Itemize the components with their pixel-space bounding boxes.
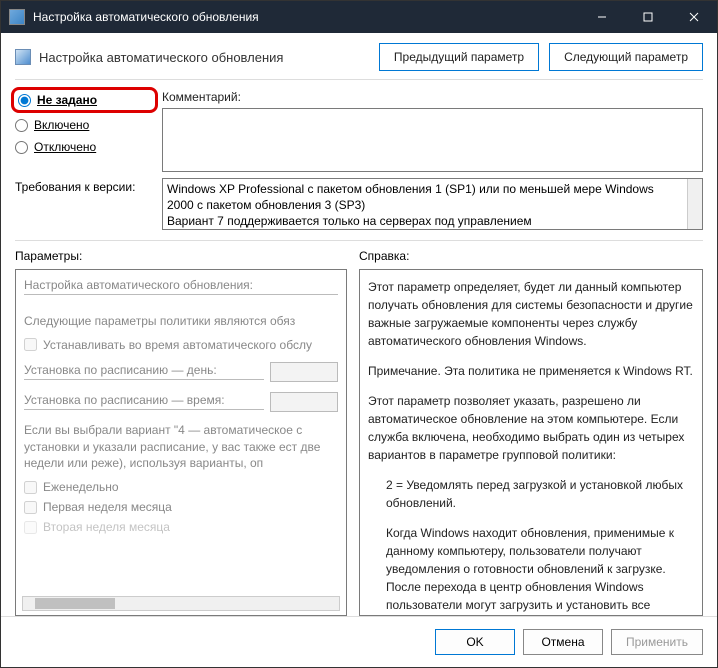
comment-textarea[interactable] [162,108,703,172]
help-panel[interactable]: Этот параметр определяет, будет ли данны… [359,269,703,616]
policy-icon [15,49,31,65]
chk-input [24,481,37,494]
radio-enabled[interactable]: Включено [15,118,150,132]
chk-label: Устанавливать во время автоматического о… [43,338,312,352]
minimize-button[interactable] [579,1,625,33]
help-label: Справка: [359,249,703,263]
radio-enabled-label: Включено [34,118,89,132]
radio-not-configured-input[interactable] [18,94,31,107]
field-label: Установка по расписанию — время: [24,393,264,410]
params-h-scrollbar[interactable] [22,596,340,611]
comment-label: Комментарий: [162,88,703,104]
param-note: Если вы выбрали вариант "4 — автоматичес… [24,422,338,472]
header: Настройка автоматического обновления Пре… [1,33,717,79]
help-text: Этот параметр определяет, будет ли данны… [368,278,694,616]
params-label: Параметры: [15,249,347,263]
footer: OK Отмена Применить [1,616,717,667]
window-title: Настройка автоматического обновления [33,10,579,24]
app-icon [9,9,25,25]
help-p4: 2 = Уведомлять перед загрузкой и установ… [386,476,694,512]
param-chk-week1[interactable]: Первая неделя месяца [24,500,338,514]
radio-not-configured-label: Не задано [37,93,97,107]
radio-enabled-input[interactable] [15,119,28,132]
maximize-button[interactable] [625,1,671,33]
param-schedule-time[interactable]: Установка по расписанию — время: [24,392,338,412]
help-p5: Когда Windows находит обновления, примен… [386,524,694,616]
params-panel: Настройка автоматического обновления: Сл… [15,269,347,616]
radio-disabled-input[interactable] [15,141,28,154]
chk-input [24,338,37,351]
requirements-box[interactable]: Windows XP Professional с пакетом обновл… [162,178,703,230]
param-chk-week2[interactable]: Вторая неделя месяца [24,520,338,534]
requirements-label: Требования к версии: [15,178,150,230]
param-chk-auto-maintenance[interactable]: Устанавливать во время автоматического о… [24,338,338,352]
radio-disabled-label: Отключено [34,140,96,154]
field-value[interactable] [270,362,338,382]
chk-label: Первая неделя месяца [43,500,172,514]
param-title: Настройка автоматического обновления: [24,278,338,295]
ok-button[interactable]: OK [435,629,515,655]
chk-input [24,501,37,514]
titlebar[interactable]: Настройка автоматического обновления [1,1,717,33]
radio-disabled[interactable]: Отключено [15,140,150,154]
previous-setting-button[interactable]: Предыдущий параметр [379,43,539,71]
field-value[interactable] [270,392,338,412]
scrollbar-thumb[interactable] [35,598,115,609]
help-p3: Этот параметр позволяет указать, разреше… [368,392,694,464]
chk-input [24,521,37,534]
requirements-text: Windows XP Professional с пакетом обновл… [167,181,698,230]
radio-not-configured[interactable]: Не задано [11,87,158,113]
chk-label: Вторая неделя месяца [43,520,170,534]
state-radios: Не задано Включено Отключено [15,88,150,172]
param-schedule-day[interactable]: Установка по расписанию — день: [24,362,338,382]
next-setting-button[interactable]: Следующий параметр [549,43,703,71]
help-p1: Этот параметр определяет, будет ли данны… [368,278,694,350]
help-p2: Примечание. Эта политика не применяется … [368,362,694,380]
param-subtitle: Следующие параметры политики являются об… [24,313,338,330]
field-label: Установка по расписанию — день: [24,363,264,380]
dialog-window: Настройка автоматического обновления Нас… [0,0,718,668]
close-button[interactable] [671,1,717,33]
chk-label: Еженедельно [43,480,119,494]
cancel-button[interactable]: Отмена [523,629,603,655]
header-title: Настройка автоматического обновления [39,50,369,65]
apply-button[interactable]: Применить [611,629,703,655]
param-chk-weekly[interactable]: Еженедельно [24,480,338,494]
requirements-scrollbar[interactable] [687,179,702,229]
